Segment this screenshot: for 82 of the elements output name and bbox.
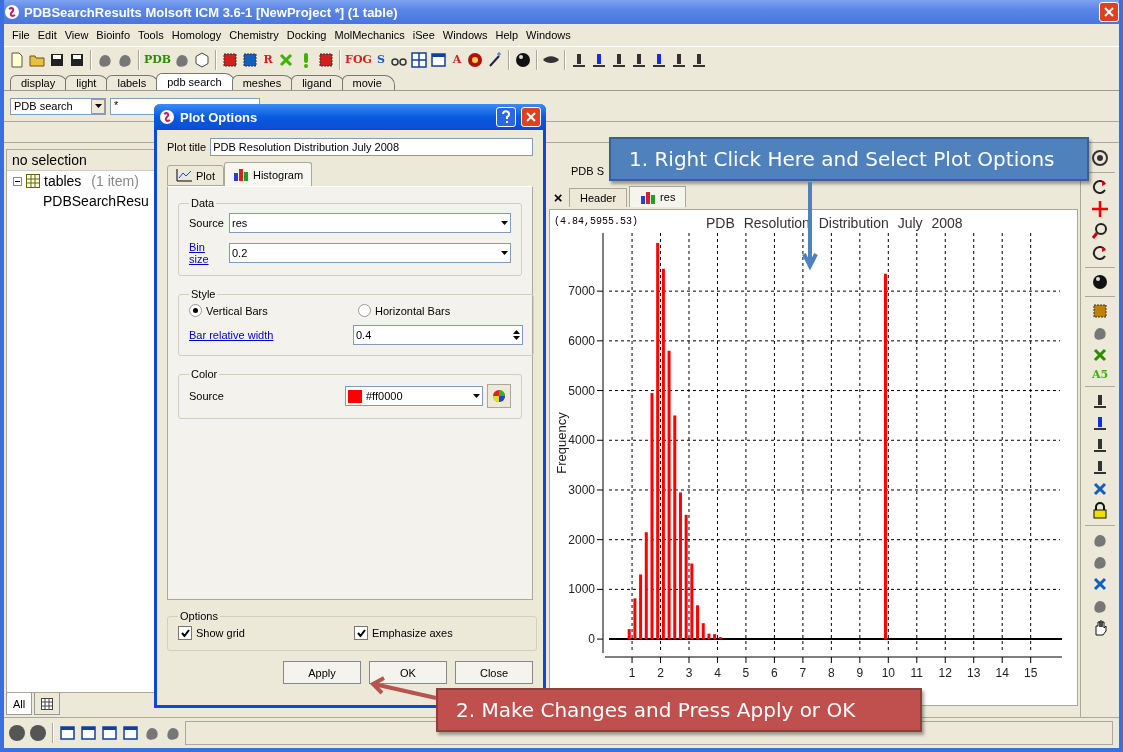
dialog-tab[interactable]: Histogram [223,162,313,186]
tab[interactable]: pdb search [156,73,235,90]
plot-title-field[interactable]: PDB Resolution Distribution July 2008 [210,138,533,156]
x-tick-label: 3 [685,666,693,680]
text-icon[interactable]: A [449,53,464,66]
tree-item[interactable]: tables [44,173,82,189]
x-tick-label: 11 [910,666,924,680]
dialog-button[interactable]: OK [369,661,447,684]
text-icon[interactable]: FOG [345,53,372,66]
instruction-callout: 1. Right Click Here and Select Plot Options [609,137,1089,181]
checkbox-label: Show grid [196,627,245,639]
window-title: PDBSearchResults Molsoft ICM 3.6-1 [NewProject *] (1 table) [24,4,399,20]
text-icon[interactable]: R [261,53,276,66]
chart-title: PDB Resolution Distribution July 2008 [706,215,963,231]
x-tick-label: 6 [771,666,778,680]
menu-item[interactable]: MolMechanics [330,29,409,41]
y-tick-label: 6000 [568,333,596,348]
bin-size-dropdown[interactable]: 0.2 [229,243,511,263]
radio-label: Horizontal Bars [375,304,451,317]
y-tick-label: 0 [588,632,596,647]
menu-item[interactable]: File [8,29,34,41]
item-count: (1 item) [91,173,139,189]
menu-item[interactable]: Help [491,29,523,41]
menu-item[interactable]: Docking [282,29,331,41]
view-tab[interactable]: Header [569,188,628,207]
bar-width-spinner[interactable]: 0.4 [353,325,523,345]
x-tick-label: 4 [714,666,721,680]
instruction-callout: 2. Make Changes and Press Apply or OK [436,688,922,732]
y-tick-label: 1000 [568,582,596,597]
x-tick-label: 15 [1024,666,1038,680]
y-tick-label: 7000 [568,284,596,299]
tab[interactable]: ligand [291,75,345,90]
x-tick-label: 9 [856,666,864,680]
menu-item[interactable]: Chemistry [225,29,283,41]
menu-item[interactable]: Bioinfo [92,29,134,41]
y-tick-label: 5000 [568,383,596,398]
x-tick-label: 14 [995,666,1009,680]
menu-item[interactable]: Edit [33,29,61,41]
dialog-title: Plot Options [180,109,259,125]
view-tab[interactable]: res [629,186,687,207]
bar-width-link[interactable]: Bar relative width [189,329,274,341]
color-dropdown[interactable]: #ff0000 [345,386,483,406]
x-tick-label: 2 [657,666,664,680]
radio-label: Vertical Bars [206,304,268,317]
y-tick-label: 4000 [568,433,596,448]
source-dropdown[interactable]: res [229,213,511,233]
search-scope-dropdown[interactable]: PDB search [10,97,106,115]
dialog-tab[interactable]: Plot [167,165,224,186]
field-label: Plot title [167,141,207,153]
y-tick-label: 3000 [568,482,596,497]
group-title: Style [190,288,217,300]
view-label: PDB S [571,165,605,179]
checkbox-label: Emphasize axes [372,627,453,639]
x-tick-label: 12 [938,666,952,680]
dialog-button[interactable]: Apply [283,661,361,684]
menu-item[interactable]: Tools [134,29,168,41]
y-tick-label: 2000 [568,532,596,547]
menu-item[interactable]: View [60,29,93,41]
x-tick-label: 7 [799,666,807,680]
menu-item[interactable]: Homology [167,29,226,41]
bin-size-link[interactable]: Bin size [189,241,213,265]
y-axis-title: Frequency [554,412,570,474]
menu-item[interactable]: Windows [438,29,492,41]
x-tick-label: 1 [628,666,636,680]
group-title: Options [179,610,219,622]
menu-item[interactable]: Windows [522,29,575,41]
group-title: Data [190,197,216,209]
cursor-readout: (4.84,5955.53) [554,216,639,227]
x-tick-label: 8 [828,666,835,680]
text-icon[interactable]: S [373,53,388,66]
x-tick-label: 5 [742,666,750,680]
dialog-button[interactable]: Close [455,661,533,684]
x-tick-label: 10 [881,666,895,680]
tree-item[interactable]: PDBSearchResu [43,193,149,209]
panel-tab[interactable]: All [6,693,33,715]
x-tick-label: 13 [967,666,981,680]
text-icon[interactable]: PDB [144,53,172,66]
field-label: Source [189,217,225,229]
group-title: Color [190,368,219,380]
menu-item[interactable]: iSee [408,29,439,41]
tab[interactable]: movie [341,75,395,90]
field-label: Source [189,390,224,402]
